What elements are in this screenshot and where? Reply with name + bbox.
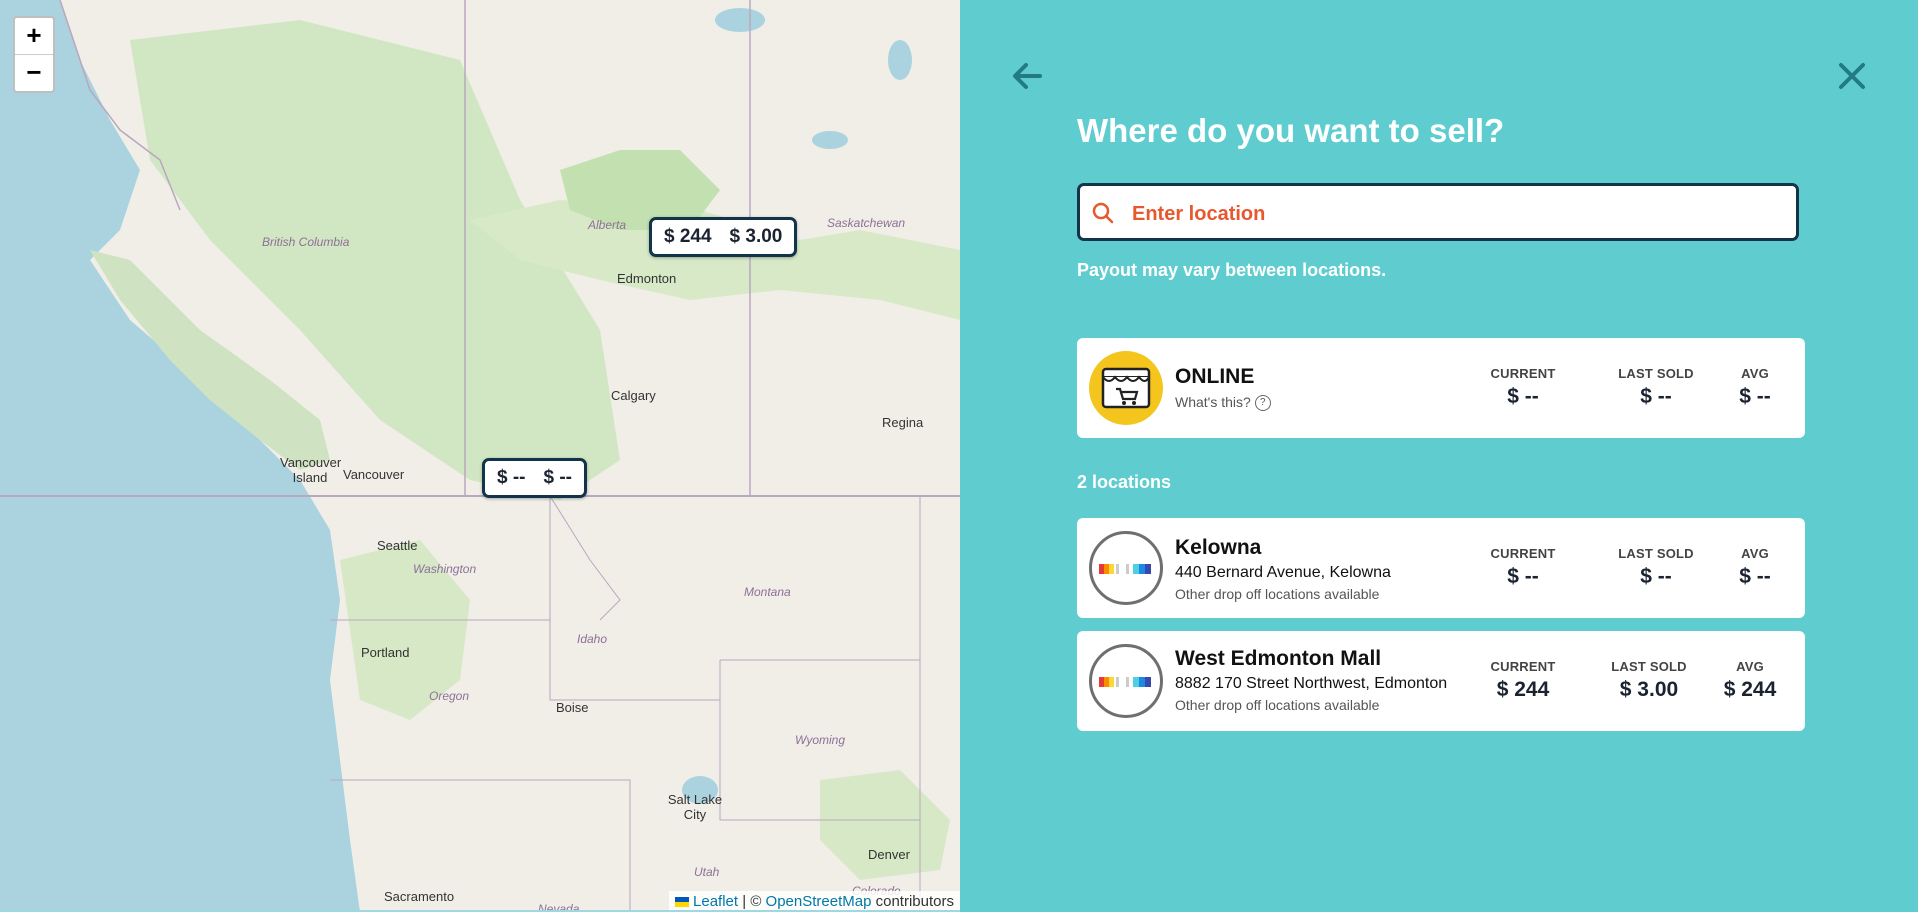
label-montana: Montana (744, 585, 791, 599)
stat-avg: AVG $ -- (1700, 546, 1810, 589)
label-denver: Denver (868, 847, 910, 862)
search-icon (1092, 202, 1114, 224)
stat-value: $ 244 (1723, 678, 1777, 701)
stat-label: AVG (1736, 659, 1764, 674)
label-utah: Utah (694, 865, 720, 879)
stat-label: LAST SOLD (1618, 366, 1694, 381)
stat-value: $ -- (1739, 565, 1771, 588)
label-portland: Portland (361, 645, 410, 660)
stat-value: $ 244 (1496, 678, 1550, 701)
whats-this-link[interactable]: What's this?? (1175, 394, 1271, 412)
stat-label: CURRENT (1490, 366, 1556, 381)
location-note: Other drop off locations available (1175, 586, 1380, 602)
location-address: 440 Bernard Avenue, Kelowna (1175, 564, 1391, 581)
zoom-control: + − (13, 16, 55, 93)
sell-location-panel: Where do you want to sell? Payout may va… (960, 0, 1918, 912)
label-alberta: Alberta (588, 218, 627, 232)
store-logo-icon (1089, 644, 1163, 718)
map-marker-kelowna[interactable]: $ -- $ -- (482, 458, 587, 498)
stat-value: $ -- (1739, 385, 1771, 408)
map[interactable]: + − British Columbia Alberta Saskatchewa… (0, 0, 960, 912)
location-card-west-edmonton-mall[interactable]: West Edmonton Mall 8882 170 Street North… (1077, 631, 1805, 731)
stat-value: $ 3.00 (1619, 678, 1679, 701)
zoom-in-button[interactable]: + (15, 18, 53, 54)
stat-avg: AVG $ 244 (1695, 659, 1805, 702)
label-boise: Boise (556, 700, 589, 715)
location-count: 2 locations (1077, 472, 1172, 492)
attribution-separator: | © (742, 893, 762, 910)
label-oregon: Oregon (429, 689, 470, 703)
stat-value: $ -- (1507, 565, 1539, 588)
location-address: 8882 170 Street Northwest, Edmonton (1175, 675, 1448, 692)
close-icon (1839, 63, 1865, 89)
stat-label: AVG (1741, 366, 1769, 381)
store-logo-icon (1089, 531, 1163, 605)
map-tiles (0, 0, 960, 912)
help-icon: ? (1254, 395, 1271, 412)
location-name: West Edmonton Mall (1175, 647, 1382, 670)
stat-current: CURRENT $ 244 (1468, 659, 1578, 702)
stat-value: $ -- (1640, 385, 1672, 408)
label-washington: Washington (413, 562, 477, 576)
label-idaho: Idaho (577, 632, 608, 646)
location-card-kelowna[interactable]: Kelowna 440 Bernard Avenue, Kelowna Othe… (1077, 518, 1805, 618)
stat-label: LAST SOLD (1611, 659, 1687, 674)
openstreetmap-link[interactable]: OpenStreetMap (766, 893, 872, 910)
ukraine-flag-icon (675, 897, 690, 908)
stat-label: CURRENT (1490, 659, 1556, 674)
label-seattle: Seattle (377, 538, 418, 553)
stat-label: LAST SOLD (1618, 546, 1694, 561)
label-edmonton: Edmonton (617, 271, 677, 286)
stat-avg: AVG $ -- (1700, 366, 1810, 409)
label-regina: Regina (882, 415, 924, 430)
online-card[interactable]: ONLINE What's this?? CURRENT $ -- LAST S… (1077, 338, 1805, 438)
location-name: Kelowna (1175, 536, 1262, 559)
payout-note: Payout may vary between locations. (1077, 260, 1387, 280)
stat-last-sold: LAST SOLD $ -- (1601, 546, 1711, 589)
online-store-icon (1089, 351, 1163, 425)
label-calgary: Calgary (611, 388, 656, 403)
marker-current-price: $ -- (497, 467, 526, 488)
close-button[interactable] (1832, 56, 1872, 96)
label-saskatchewan: Saskatchewan (827, 216, 906, 230)
label-wyoming: Wyoming (795, 733, 846, 747)
marker-last-sold-price: $ 3.00 (729, 226, 783, 247)
page-title: Where do you want to sell? (1077, 112, 1505, 149)
label-vancouver: Vancouver (343, 467, 405, 482)
back-button[interactable] (1008, 56, 1048, 96)
label-vancouver-island: Vancouver Island (280, 455, 342, 485)
map-marker-edmonton[interactable]: $ 244 $ 3.00 (649, 217, 798, 257)
zoom-out-button[interactable]: − (15, 54, 53, 91)
stat-last-sold: LAST SOLD $ -- (1601, 366, 1711, 409)
location-search-input[interactable] (1130, 196, 1774, 232)
stat-current: CURRENT $ -- (1468, 366, 1578, 409)
marker-last-sold-price: $ -- (543, 467, 573, 488)
online-name: ONLINE (1175, 365, 1255, 388)
label-salt-lake-city: Salt Lake City (667, 792, 723, 822)
arrow-left-icon (1013, 63, 1042, 89)
attribution-suffix: contributors (875, 893, 954, 910)
label-sacramento: Sacramento (384, 889, 455, 904)
stat-current: CURRENT $ -- (1468, 546, 1578, 589)
stat-label: CURRENT (1490, 546, 1556, 561)
stat-last-sold: LAST SOLD $ 3.00 (1594, 659, 1704, 702)
stat-value: $ -- (1640, 565, 1672, 588)
stat-value: $ -- (1507, 385, 1539, 408)
marker-current-price: $ 244 (664, 226, 712, 247)
stat-label: AVG (1741, 546, 1769, 561)
location-search[interactable] (1077, 183, 1799, 241)
whats-this-label: What's this? (1175, 394, 1251, 410)
label-british-columbia: British Columbia (262, 235, 350, 249)
map-attribution: Leaflet | © OpenStreetMap contributors (669, 891, 960, 912)
leaflet-link[interactable]: Leaflet (693, 893, 738, 910)
location-note: Other drop off locations available (1175, 697, 1380, 713)
